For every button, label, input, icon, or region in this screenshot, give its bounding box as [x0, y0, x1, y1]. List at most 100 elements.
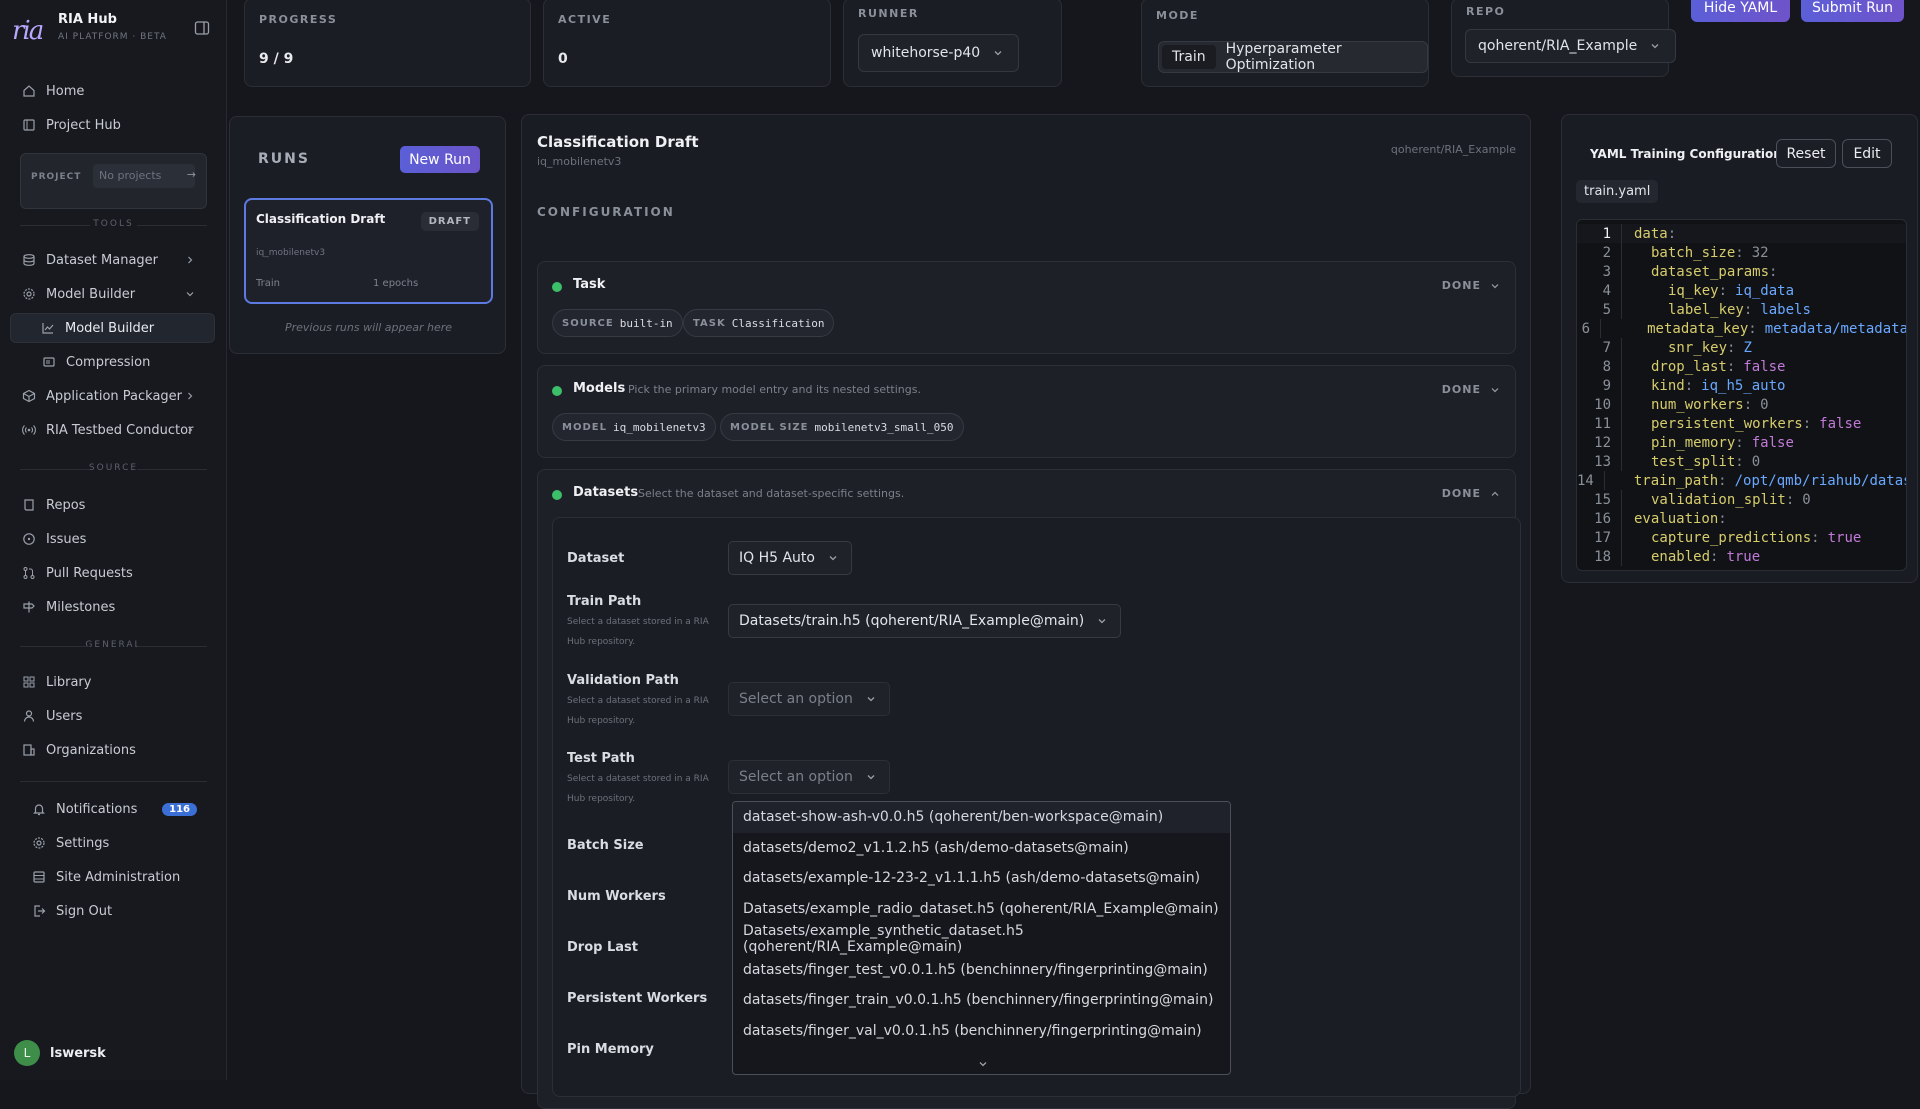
- option-item[interactable]: datasets/finger_train_v0.0.1.h5 (benchin…: [733, 985, 1230, 1016]
- project-selector: PROJECT No projects →: [20, 153, 207, 209]
- sidebar-item-repos[interactable]: Repos: [12, 490, 217, 520]
- sidebar-item-ria-testbed-conductor[interactable]: RIA Testbed Conductor: [12, 415, 217, 445]
- sidebar-item-library[interactable]: Library: [12, 667, 217, 697]
- scroll-down-button[interactable]: [733, 1056, 1230, 1072]
- chevron-down-icon: [825, 550, 841, 566]
- sidebar-item-issues[interactable]: Issues: [12, 524, 217, 554]
- sidebar-item-organizations[interactable]: Organizations: [12, 735, 217, 765]
- dataset-value: IQ H5 Auto: [739, 550, 815, 566]
- models-block[interactable]: Models Pick the primary model entry and …: [537, 365, 1516, 458]
- bell-icon: [32, 802, 46, 816]
- yaml-colon: :: [1667, 225, 1677, 242]
- line-number: 7: [1602, 339, 1611, 356]
- repo-select[interactable]: qoherent/RIA_Example: [1465, 29, 1677, 63]
- option-item[interactable]: datasets/example-12-23-2_v1.1.1.h5 (ash/…: [733, 863, 1230, 894]
- run-epochs: 1 epochs: [373, 278, 419, 289]
- sidebar-item-milestones[interactable]: Milestones: [12, 592, 217, 622]
- sidebar-item-pull-requests[interactable]: Pull Requests: [12, 558, 217, 588]
- repo-label: REPO: [1466, 5, 1506, 18]
- sidebar-item-application-packager[interactable]: Application Packager: [12, 381, 217, 411]
- test-path-select[interactable]: Select an option: [728, 760, 890, 794]
- dataset-select[interactable]: IQ H5 Auto: [728, 541, 852, 575]
- code-line: 4 iq_key: iq_data: [1577, 281, 1906, 300]
- sidebar-item-project-hub[interactable]: Project Hub: [12, 110, 217, 140]
- sidebar-item-dataset-manager[interactable]: Dataset Manager: [12, 245, 217, 275]
- chip-value: Classification: [731, 316, 825, 330]
- mode-option-hpo[interactable]: Hyperparameter Optimization: [1216, 37, 1424, 77]
- yaml-editor[interactable]: 1 data:2 batch_size:32 3 dataset_params:4 iq_…: [1576, 219, 1907, 571]
- yaml-colon: :: [1718, 472, 1727, 489]
- sidebar-item-settings[interactable]: Settings: [22, 828, 227, 858]
- runner-select[interactable]: whitehorse-p40: [858, 34, 1020, 72]
- sidebar: ria RIA Hub AI PLATFORM · BETA Home Proj…: [0, 0, 227, 1080]
- sidebar-item-site-administration[interactable]: Site Administration: [22, 862, 227, 892]
- new-run-button[interactable]: New Run: [400, 146, 480, 173]
- sidebar-item-notifications[interactable]: Notifications 116: [22, 794, 227, 824]
- file-tab[interactable]: train.yaml: [1576, 180, 1659, 203]
- sidebar-item-sign-out[interactable]: Sign Out: [22, 896, 227, 926]
- runner-value: whitehorse-p40: [871, 45, 981, 61]
- chevron-down-icon[interactable]: [1487, 382, 1503, 398]
- chart-icon: [41, 321, 55, 335]
- brand[interactable]: ria RIA Hub AI PLATFORM · BETA: [12, 10, 212, 50]
- submit-run-button[interactable]: Submit Run: [1801, 0, 1904, 22]
- code-line: 6 metadata_key: metadata/metadata: [1577, 319, 1906, 338]
- models-title: Models: [573, 381, 626, 396]
- model-chip: MODEL iq_mobilenetv3: [552, 413, 716, 441]
- validation-path-select[interactable]: Select an option: [728, 682, 890, 716]
- yaml-key: num_workers: [1651, 396, 1744, 413]
- chevron-down-icon: [1094, 613, 1110, 629]
- sign-out-icon: [32, 904, 46, 918]
- line-content: test_split:0: [1621, 452, 1760, 471]
- option-item[interactable]: dataset-show-ash-v0.0.h5 (qoherent/ben-w…: [733, 802, 1230, 833]
- mode-option-train[interactable]: Train: [1162, 45, 1216, 69]
- progress-value: 9 / 9: [259, 51, 294, 67]
- option-item[interactable]: datasets/finger_val_v0.0.1.h5 (benchinne…: [733, 1016, 1230, 1047]
- line-number: 10: [1594, 396, 1611, 413]
- line-number: 17: [1594, 529, 1611, 546]
- yaml-key: enabled: [1651, 548, 1711, 565]
- runner-card: RUNNER whitehorse-p40: [843, 0, 1062, 87]
- status-dot: [552, 386, 562, 396]
- chevron-up-icon[interactable]: [1487, 486, 1503, 502]
- chevron-down-icon[interactable]: [1487, 278, 1503, 294]
- sidebar-item-label: Users: [46, 708, 83, 724]
- option-item[interactable]: Datasets/example_radio_dataset.h5 (qoher…: [733, 894, 1230, 925]
- yaml-value: 0: [1760, 396, 1769, 413]
- sidebar-subitem-model-builder[interactable]: Model Builder: [10, 313, 215, 343]
- run-card[interactable]: Classification Draft DRAFT iq_mobilenetv…: [244, 198, 493, 304]
- sidebar-item-model-builder[interactable]: Model Builder: [12, 279, 217, 309]
- run-mode: Train: [256, 278, 280, 289]
- reset-button[interactable]: Reset: [1776, 139, 1836, 168]
- sidebar-item-label: Model Builder: [65, 320, 155, 336]
- sidebar-item-label: Project Hub: [46, 117, 121, 133]
- train-path-select[interactable]: Datasets/train.h5 (qoherent/RIA_Example@…: [728, 604, 1122, 638]
- repo-value: qoherent/RIA_Example: [1478, 38, 1638, 54]
- sidebar-item-label: Site Administration: [56, 869, 181, 885]
- line-content: pin_memory: false: [1621, 433, 1794, 452]
- yaml-colon: :: [1718, 282, 1728, 299]
- yaml-colon: :: [1726, 358, 1736, 375]
- yaml-value: false: [1743, 358, 1786, 375]
- hide-yaml-button[interactable]: Hide YAML: [1691, 0, 1790, 22]
- line-content: metadata_key: metadata/metadata: [1600, 319, 1906, 338]
- edit-button[interactable]: Edit: [1842, 139, 1892, 168]
- project-select[interactable]: No projects: [93, 164, 195, 188]
- active-value: 0: [558, 51, 568, 67]
- chevron-down-icon: [990, 45, 1006, 61]
- collapse-sidebar-icon[interactable]: [194, 20, 210, 36]
- project-go-button[interactable]: →: [187, 168, 196, 181]
- sidebar-subitem-compression[interactable]: Compression: [12, 347, 217, 377]
- task-block[interactable]: Task DONE SOURCE built-in TASK Classific…: [537, 261, 1516, 354]
- runner-label: RUNNER: [858, 7, 919, 20]
- line-content: snr_key: Z: [1621, 338, 1752, 357]
- option-item[interactable]: Datasets/example_synthetic_dataset.h5 (q…: [733, 923, 1230, 955]
- run-model: iq_mobilenetv3: [256, 248, 326, 258]
- sidebar-item-home[interactable]: Home: [12, 76, 217, 106]
- option-item[interactable]: datasets/finger_test_v0.0.1.h5 (benchinn…: [733, 955, 1230, 986]
- option-item[interactable]: datasets/demo2_v1.1.2.h5 (ash/demo-datas…: [733, 833, 1230, 864]
- sidebar-item-users[interactable]: Users: [12, 701, 217, 731]
- line-content: iq_key: iq_data: [1621, 281, 1794, 300]
- sidebar-item-label: Repos: [46, 497, 86, 513]
- user-menu[interactable]: L lswersk: [14, 1040, 106, 1066]
